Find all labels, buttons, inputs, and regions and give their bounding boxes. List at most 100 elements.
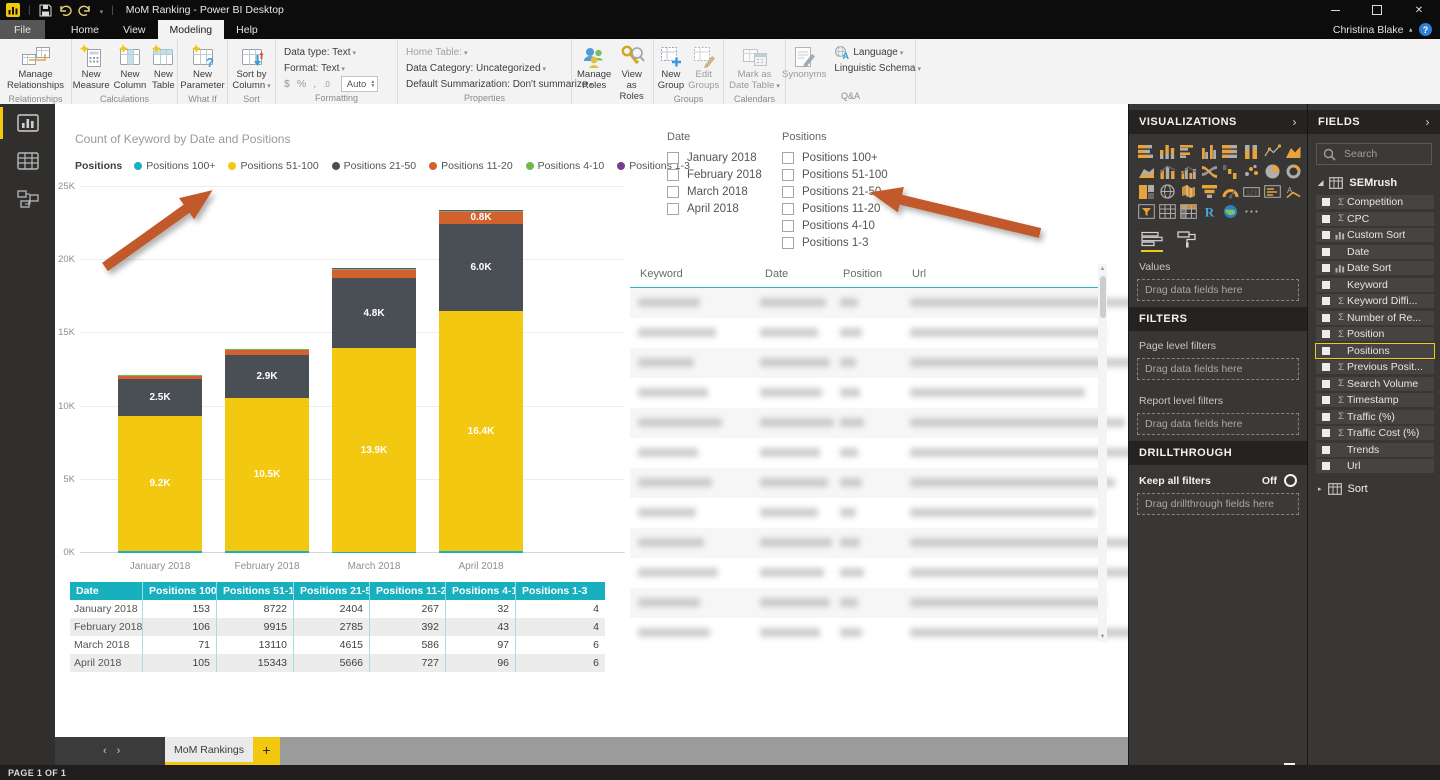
line-chart-icon[interactable] (1262, 141, 1283, 161)
field-checkbox[interactable] (1322, 314, 1330, 322)
minimize-button[interactable] (1314, 0, 1356, 20)
field-checkbox[interactable] (1322, 248, 1330, 256)
slicer-item[interactable]: Positions 1-3 (782, 234, 888, 251)
table-icon[interactable] (1157, 201, 1178, 221)
area-chart-icon[interactable] (1283, 141, 1304, 161)
slicer-item[interactable]: Positions 51-100 (782, 166, 888, 183)
field-checkbox[interactable] (1322, 413, 1330, 421)
field-checkbox[interactable] (1322, 446, 1330, 454)
summary-header-cell[interactable]: Positions 100+ (142, 582, 216, 600)
100-stacked-bar-chart-icon[interactable] (1220, 141, 1241, 161)
line-stacked-column-icon[interactable] (1157, 161, 1178, 181)
field-checkbox[interactable] (1322, 215, 1330, 223)
segment-positions-21-50[interactable]: 6.0K (439, 224, 523, 312)
stacked-area-chart-icon[interactable] (1136, 161, 1157, 181)
comma-format-button[interactable]: , (313, 78, 316, 90)
model-view-button[interactable] (0, 180, 55, 218)
help-icon[interactable]: ? (1419, 23, 1432, 36)
report-filters-dropzone[interactable]: Drag data fields here (1137, 413, 1299, 435)
view-as-roles-button[interactable]: View as Roles (613, 42, 650, 104)
legend-item[interactable]: Positions 11-20 (429, 160, 513, 172)
map-icon[interactable] (1157, 181, 1178, 201)
save-icon[interactable] (39, 4, 52, 17)
restore-button[interactable] (1356, 0, 1398, 20)
keyword-col-url[interactable]: Url (912, 268, 926, 280)
slicer-item[interactable]: February 2018 (667, 166, 762, 183)
clustered-column-chart-icon[interactable] (1199, 141, 1220, 161)
page-tab-mom-rankings[interactable]: MoM Rankings (165, 737, 253, 765)
slicer-item[interactable]: January 2018 (667, 149, 762, 166)
summary-header-cell[interactable]: Positions 11-20 (369, 582, 445, 600)
pie-chart-icon[interactable] (1262, 161, 1283, 181)
keyword-table-scrollbar[interactable]: ▲ ▼ (1098, 264, 1107, 642)
slicer-item[interactable]: Positions 4-10 (782, 217, 888, 234)
stacked-column-chart[interactable]: 0K5K10K15K20K25K9.2K2.5KJanuary 201810.5… (80, 187, 625, 553)
summary-header-cell[interactable]: Positions 51-100 (216, 582, 293, 600)
next-page-icon[interactable]: › (117, 745, 121, 757)
segment-positions-51-100[interactable]: 13.9K (332, 348, 416, 551)
field-item-custom-sort[interactable]: Custom Sort (1316, 228, 1434, 242)
segment-positions-11-20[interactable] (332, 270, 416, 279)
field-item-position[interactable]: ΣPosition (1316, 327, 1434, 341)
field-checkbox[interactable] (1322, 396, 1330, 404)
segment-positions-100+[interactable] (118, 551, 202, 553)
new-table-button[interactable]: New Table (148, 42, 178, 93)
arcgis-map-icon[interactable] (1220, 201, 1241, 221)
field-item-url[interactable]: Url (1316, 459, 1434, 473)
summary-header-cell[interactable]: Date (70, 582, 142, 600)
keyword-table-row-blurred[interactable] (630, 288, 1100, 318)
funnel-icon[interactable] (1199, 181, 1220, 201)
checkbox-unchecked[interactable] (782, 152, 794, 164)
scrollbar-thumb[interactable] (1100, 276, 1106, 318)
menu-home[interactable]: Home (59, 20, 111, 39)
clustered-bar-chart-icon[interactable] (1178, 141, 1199, 161)
segment-positions-51-100[interactable]: 16.4K (439, 311, 523, 551)
keyword-col-date[interactable]: Date (765, 268, 788, 280)
fields-tab[interactable] (1141, 231, 1163, 252)
checkbox-unchecked[interactable] (667, 203, 679, 215)
expanded-icon[interactable]: ◢ (1318, 179, 1323, 187)
linguistic-schema-dropdown[interactable]: Linguistic Schema (834, 60, 921, 76)
field-checkbox[interactable] (1322, 363, 1330, 371)
ribbon-chart-icon[interactable] (1199, 161, 1220, 181)
add-page-button[interactable]: + (253, 737, 280, 765)
bar-february-2018[interactable]: 10.5K2.9K (225, 187, 309, 553)
collapsed-icon[interactable]: ▸ (1318, 485, 1322, 493)
segment-positions-21-50[interactable]: 2.5K (118, 379, 202, 416)
field-item-previous-posit[interactable]: ΣPrevious Posit... (1316, 360, 1434, 374)
collapse-chevron-icon[interactable]: › (1293, 115, 1298, 129)
redo-icon[interactable] (78, 4, 92, 16)
field-item-timestamp[interactable]: ΣTimestamp (1316, 393, 1434, 407)
summary-table-row[interactable]: April 2018105153435666727966 (70, 654, 605, 672)
checkbox-unchecked[interactable] (667, 152, 679, 164)
field-item-trends[interactable]: Trends (1316, 443, 1434, 457)
field-item-traffic[interactable]: ΣTraffic (%) (1316, 410, 1434, 424)
sort-table-node[interactable]: ▸ Sort (1308, 476, 1440, 502)
menu-view[interactable]: View (111, 20, 158, 39)
menu-modeling[interactable]: Modeling (158, 20, 225, 39)
segment-positions-51-100[interactable]: 10.5K (225, 398, 309, 552)
keyword-col-position[interactable]: Position (843, 268, 882, 280)
checkbox-unchecked[interactable] (782, 220, 794, 232)
segment-positions-21-50[interactable]: 2.9K (225, 355, 309, 397)
donut-chart-icon[interactable] (1283, 161, 1304, 181)
summary-header-cell[interactable]: Positions 21-50 (293, 582, 369, 600)
scatter-chart-icon[interactable] (1241, 161, 1262, 181)
checkbox-unchecked[interactable] (667, 186, 679, 198)
format-dropdown[interactable]: Format: Text (284, 60, 378, 76)
field-item-cpc[interactable]: ΣCPC (1316, 212, 1434, 226)
slicer-item[interactable]: Positions 21-50 (782, 183, 888, 200)
data-view-button[interactable] (0, 142, 55, 180)
keyword-col-keyword[interactable]: Keyword (640, 268, 683, 280)
segment-positions-4-10[interactable] (439, 210, 523, 211)
bar-april-2018[interactable]: 16.4K6.0K0.8K (439, 187, 523, 553)
checkbox-unchecked[interactable] (782, 237, 794, 249)
matrix-icon[interactable] (1178, 201, 1199, 221)
bar-january-2018[interactable]: 9.2K2.5K (118, 187, 202, 553)
kpi-icon[interactable]: A (1283, 181, 1304, 201)
quick-access-caret-icon[interactable] (98, 1, 104, 19)
slicer-item[interactable]: April 2018 (667, 200, 762, 217)
checkbox-unchecked[interactable] (782, 186, 794, 198)
field-checkbox[interactable] (1322, 231, 1330, 239)
field-item-keyword-diffi[interactable]: ΣKeyword Diffi... (1316, 294, 1434, 308)
